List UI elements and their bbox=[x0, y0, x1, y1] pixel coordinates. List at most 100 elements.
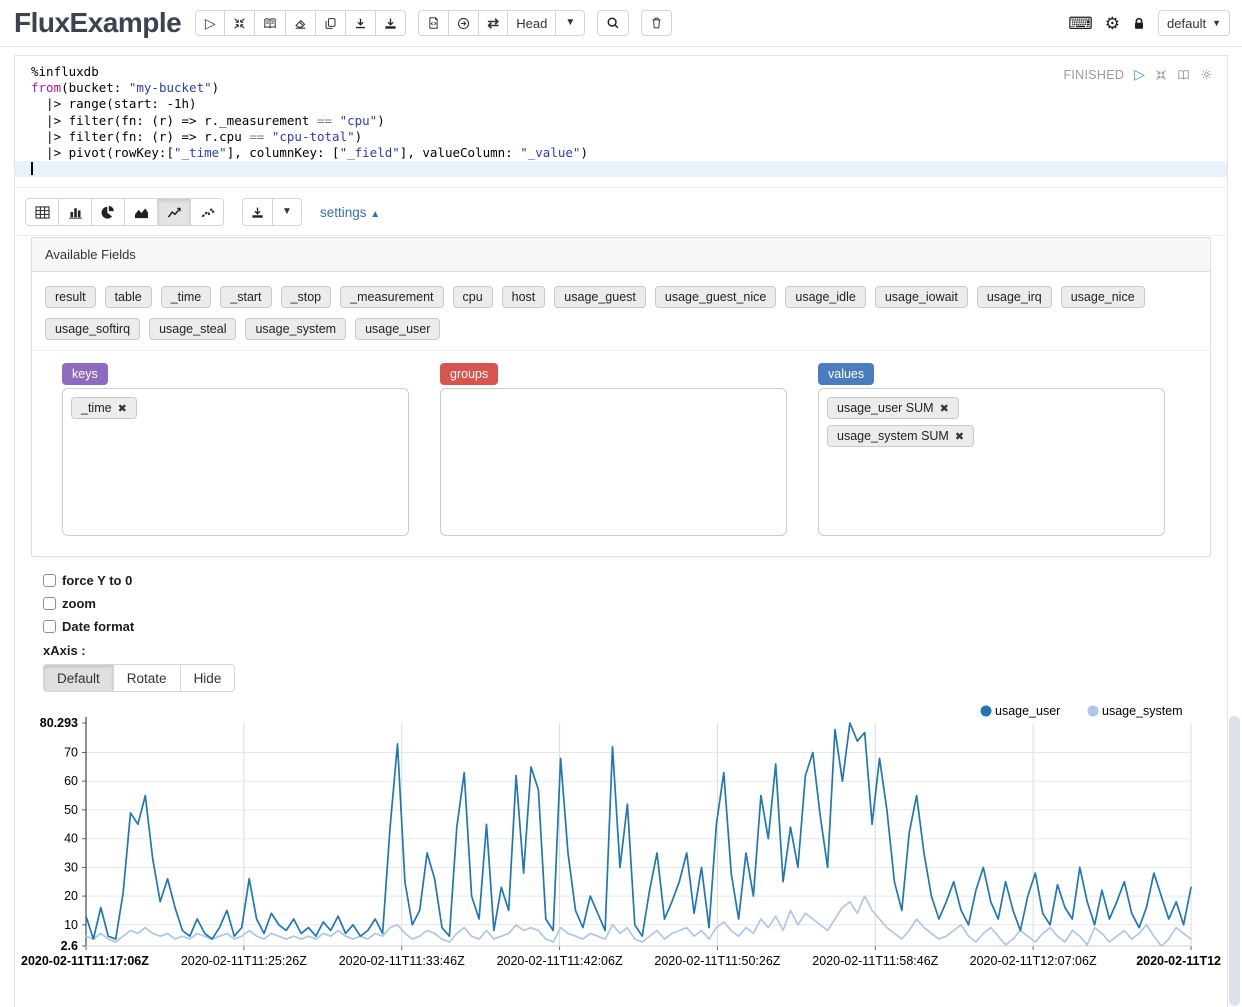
compare-revisions-button[interactable]: ⇄ bbox=[478, 10, 508, 36]
remove-icon[interactable]: ✖ bbox=[118, 402, 127, 415]
field-chip[interactable]: _time✖ bbox=[71, 397, 137, 419]
field-chip[interactable]: usage_nice bbox=[1061, 286, 1145, 308]
chart-canvas[interactable]: 2.61020304050607080.2932020-02-11T11:17:… bbox=[15, 696, 1223, 974]
set-revision-button[interactable] bbox=[448, 10, 479, 36]
run-paragraph-button[interactable]: ▷ bbox=[1134, 66, 1145, 83]
field-chip[interactable]: _stop bbox=[281, 286, 332, 308]
download-group: ▼ bbox=[242, 198, 302, 226]
xaxis-hide-button[interactable]: Hide bbox=[180, 664, 236, 692]
import-note-button[interactable] bbox=[375, 10, 406, 36]
remove-icon[interactable]: ✖ bbox=[940, 402, 949, 415]
zoom-checkbox[interactable]: zoom bbox=[43, 592, 1227, 615]
interpreter-label: default bbox=[1167, 16, 1206, 31]
values-dropbox[interactable]: usage_user SUM✖ usage_system SUM ✖ bbox=[818, 388, 1165, 536]
interpreter-binding-button[interactable]: default▼ bbox=[1158, 10, 1230, 36]
field-chip-label: usage_system SUM bbox=[837, 429, 949, 443]
checkbox-icon[interactable] bbox=[43, 620, 56, 633]
code-line[interactable]: |> pivot(rowKey:["_time"], columnKey: ["… bbox=[15, 145, 1227, 161]
field-chip[interactable]: usage_irq bbox=[977, 286, 1052, 308]
line-chart-button[interactable] bbox=[157, 198, 191, 226]
xaxis-rotate-button[interactable]: Rotate bbox=[113, 664, 181, 692]
field-chip[interactable]: usage_idle bbox=[785, 286, 865, 308]
y-tick-label: 20 bbox=[64, 889, 78, 903]
field-chip[interactable]: result bbox=[45, 286, 96, 308]
code-token: "my-bucket" bbox=[129, 80, 212, 95]
field-chip[interactable]: _measurement bbox=[340, 286, 443, 308]
remove-icon[interactable]: ✖ bbox=[955, 430, 964, 443]
remove-note-button[interactable] bbox=[641, 10, 672, 36]
field-chip[interactable]: usage_steal bbox=[149, 318, 236, 340]
field-chip[interactable]: _time bbox=[161, 286, 212, 308]
xaxis-label: xAxis : bbox=[43, 643, 1227, 658]
gear-icon[interactable]: ⚙ bbox=[1105, 15, 1120, 32]
code-token bbox=[264, 129, 272, 144]
revision-dropdown-button[interactable]: ▼ bbox=[555, 10, 585, 36]
bar-chart-button[interactable] bbox=[58, 198, 92, 226]
code-token: from bbox=[31, 80, 61, 95]
code-line[interactable]: |> filter(fn: (r) => r._measurement == "… bbox=[15, 113, 1227, 129]
legend-swatch bbox=[1088, 706, 1099, 717]
code-editor[interactable]: %influxdbfrom(bucket: "my-bucket") |> ra… bbox=[15, 56, 1227, 187]
field-chip[interactable]: table bbox=[105, 286, 152, 308]
run-all-button[interactable]: ▷ bbox=[195, 10, 225, 36]
series-usage_user[interactable] bbox=[86, 723, 1191, 939]
field-chip-label: usage_guest bbox=[564, 290, 636, 304]
scatter-chart-button[interactable] bbox=[190, 198, 224, 226]
code-line[interactable]: |> range(start: -1h) bbox=[15, 96, 1227, 112]
divider bbox=[15, 235, 1227, 236]
legend-label: usage_user bbox=[995, 704, 1060, 718]
line-chart[interactable]: 2.61020304050607080.2932020-02-11T11:17:… bbox=[15, 696, 1227, 976]
groups-dropbox[interactable] bbox=[440, 388, 787, 536]
revision-head-button[interactable]: Head bbox=[507, 10, 556, 36]
field-chip[interactable]: usage_guest_nice bbox=[655, 286, 776, 308]
date-format-checkbox[interactable]: Date format bbox=[43, 615, 1227, 638]
collapse-button[interactable] bbox=[224, 10, 255, 36]
field-chip[interactable]: usage_system SUM ✖ bbox=[827, 425, 974, 447]
field-chip[interactable]: usage_user SUM✖ bbox=[827, 397, 959, 419]
download-alt-icon bbox=[384, 17, 397, 30]
field-chip[interactable]: usage_iowait bbox=[875, 286, 968, 308]
legend-item-usage_user[interactable]: usage_user bbox=[981, 704, 1061, 718]
field-chip[interactable]: host bbox=[502, 286, 546, 308]
area-chart-button[interactable] bbox=[124, 198, 158, 226]
field-chip[interactable]: usage_user bbox=[355, 318, 440, 340]
legend-item-usage_system[interactable]: usage_system bbox=[1088, 704, 1183, 718]
trash-icon bbox=[650, 16, 663, 30]
scrollbar-thumb[interactable] bbox=[1229, 716, 1240, 1006]
force-y-checkbox[interactable]: force Y to 0 bbox=[43, 569, 1227, 592]
download-data-button[interactable] bbox=[242, 198, 273, 226]
keys-dropbox[interactable]: _time✖ bbox=[62, 388, 409, 536]
keyboard-icon[interactable]: ⌨ bbox=[1068, 15, 1093, 32]
x-tick-label: 2020-02-11T11:17:06Z bbox=[21, 954, 149, 968]
code-line[interactable]: from(bucket: "my-bucket") bbox=[15, 80, 1227, 96]
download-dropdown-button[interactable]: ▼ bbox=[272, 198, 302, 226]
table-view-button[interactable] bbox=[25, 198, 59, 226]
xaxis-default-button[interactable]: Default bbox=[43, 664, 114, 692]
series-usage_system[interactable] bbox=[86, 896, 1191, 946]
field-chip[interactable]: cpu bbox=[453, 286, 493, 308]
clone-note-button[interactable] bbox=[315, 10, 346, 36]
lock-icon[interactable] bbox=[1132, 16, 1146, 31]
code-token: (bucket: bbox=[61, 80, 129, 95]
show-code-button[interactable] bbox=[254, 10, 286, 36]
clear-output-button[interactable] bbox=[285, 10, 316, 36]
code-cursor-line[interactable] bbox=[15, 161, 1227, 177]
settings-toggle-link[interactable]: settings ▲ bbox=[320, 205, 380, 220]
commit-button[interactable] bbox=[418, 10, 449, 36]
code-token: "cpu-total" bbox=[272, 129, 355, 144]
pie-chart-button[interactable] bbox=[91, 198, 125, 226]
export-note-button[interactable] bbox=[345, 10, 376, 36]
collapse-paragraph-button[interactable] bbox=[1155, 69, 1167, 81]
code-line[interactable]: |> filter(fn: (r) => r.cpu == "cpu-total… bbox=[15, 129, 1227, 145]
checkbox-icon[interactable] bbox=[43, 597, 56, 610]
code-line[interactable]: %influxdb bbox=[15, 64, 1227, 80]
checkbox-icon[interactable] bbox=[43, 574, 56, 587]
field-chip[interactable]: _start bbox=[220, 286, 271, 308]
field-chip[interactable]: usage_system bbox=[245, 318, 346, 340]
field-chip[interactable]: usage_guest bbox=[554, 286, 646, 308]
search-button[interactable] bbox=[597, 10, 629, 36]
toggle-editor-button[interactable] bbox=[1177, 69, 1190, 81]
field-chip[interactable]: usage_softirq bbox=[45, 318, 140, 340]
field-chip-label: host bbox=[512, 290, 536, 304]
paragraph-settings-button[interactable] bbox=[1200, 68, 1213, 81]
